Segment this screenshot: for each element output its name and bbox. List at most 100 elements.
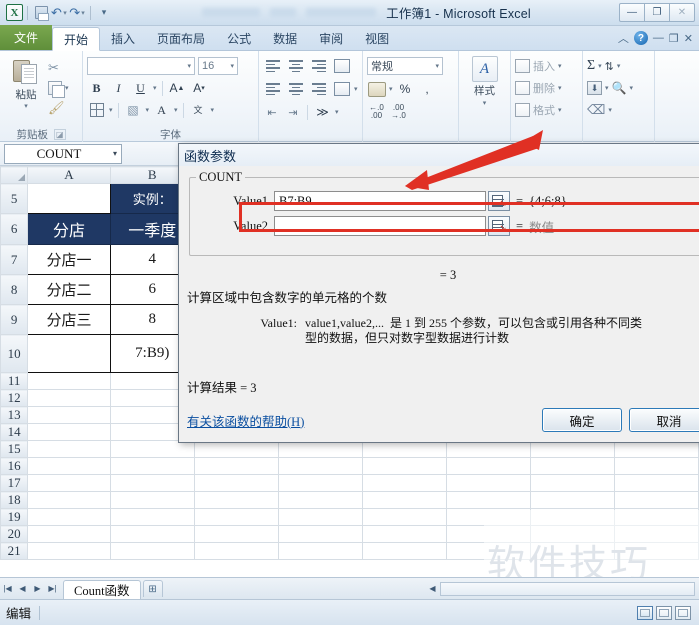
chevron-down-icon[interactable]: ▾	[605, 84, 609, 92]
save-icon[interactable]	[32, 4, 50, 22]
cell-e17[interactable]	[361, 474, 447, 492]
chevron-down-icon[interactable]: ▾	[558, 62, 562, 70]
cell-a19[interactable]	[27, 508, 111, 526]
cell-g19[interactable]	[529, 508, 615, 526]
autosum-icon[interactable]: Σ	[587, 58, 595, 74]
chevron-down-icon[interactable]: ▾	[598, 62, 602, 70]
cell-a8[interactable]: 分店二	[27, 274, 111, 305]
italic-button[interactable]: I	[109, 79, 128, 98]
cell-f21[interactable]	[445, 542, 531, 560]
cell-a5[interactable]	[27, 183, 111, 214]
row-header[interactable]: 9	[0, 304, 29, 335]
value2-input[interactable]	[274, 216, 486, 236]
cell-d18[interactable]	[277, 491, 363, 509]
fill-icon[interactable]: ⬇	[587, 81, 602, 95]
cell-h18[interactable]	[613, 491, 699, 509]
first-sheet-icon[interactable]: |◀	[0, 581, 15, 597]
cell-e19[interactable]	[361, 508, 447, 526]
cell-b20[interactable]	[109, 525, 195, 543]
chevron-down-icon[interactable]: ▾	[558, 106, 562, 114]
row-header[interactable]: 12	[0, 389, 29, 407]
row-header[interactable]: 8	[0, 274, 29, 305]
tab-data[interactable]: 数据	[262, 26, 308, 50]
cell-d15[interactable]	[277, 440, 363, 458]
number-format-combo[interactable]: 常规 ▾	[367, 57, 443, 75]
borders-button[interactable]	[87, 101, 106, 120]
shrink-font-button[interactable]: A ▾	[190, 79, 209, 98]
cell-d20[interactable]	[277, 525, 363, 543]
cell-g21[interactable]	[529, 542, 615, 560]
chevron-down-icon[interactable]: ▾	[211, 106, 215, 114]
cell-a16[interactable]	[27, 457, 111, 475]
undo-icon[interactable]: ↷ ▾	[50, 4, 68, 22]
font-name-combo[interactable]: ▾	[87, 57, 195, 75]
cell-h21[interactable]	[613, 542, 699, 560]
cell-b19[interactable]	[109, 508, 195, 526]
copy-button[interactable]: ▾	[48, 78, 69, 98]
cell-g17[interactable]	[529, 474, 615, 492]
format-cells-button[interactable]: 格式 ▾	[515, 100, 562, 120]
row-header[interactable]: 21	[0, 542, 29, 560]
font-color-button[interactable]: A	[152, 101, 171, 120]
row-header[interactable]: 19	[0, 508, 29, 526]
chevron-down-icon[interactable]: ▾	[483, 99, 487, 107]
value2-range-selector-icon[interactable]: ➘	[488, 216, 510, 236]
clear-icon[interactable]: ⌫	[587, 102, 605, 118]
chevron-down-icon[interactable]: ▾	[335, 108, 339, 116]
cell-g20[interactable]	[529, 525, 615, 543]
cell-c17[interactable]	[193, 474, 279, 492]
ok-button[interactable]: 确定	[542, 408, 622, 432]
cell-a6[interactable]: 分店	[27, 213, 111, 245]
sheet-tab-count-function[interactable]: Count函数	[63, 579, 141, 599]
cell-a18[interactable]	[27, 491, 111, 509]
dialog-launcher-icon[interactable]: ◪	[53, 129, 66, 140]
cell-f15[interactable]	[445, 440, 531, 458]
cell-f18[interactable]	[445, 491, 531, 509]
cell-b16[interactable]	[109, 457, 195, 475]
page-break-view-icon[interactable]	[675, 605, 691, 620]
phonetic-guide-button[interactable]: 文	[189, 101, 208, 120]
prev-sheet-icon[interactable]: ◀	[15, 581, 30, 597]
insert-cells-button[interactable]: 插入 ▾	[515, 56, 562, 76]
chevron-down-icon[interactable]: ▾	[113, 149, 121, 158]
row-header[interactable]: 5	[0, 183, 29, 214]
find-select-icon[interactable]: 🔍	[612, 81, 627, 95]
function-arguments-dialog[interactable]: 函数参数 COUNT Value1 B7:B9 ➘ = {4;6;8} Valu…	[178, 143, 699, 443]
chevron-down-icon[interactable]: ▾	[65, 84, 69, 92]
page-layout-view-icon[interactable]	[656, 605, 672, 620]
cell-e18[interactable]	[361, 491, 447, 509]
merge-cells-button[interactable]	[332, 80, 351, 99]
chevron-down-icon[interactable]: ▾	[608, 106, 612, 114]
cell-d17[interactable]	[277, 474, 363, 492]
function-help-link[interactable]: 有关该函数的帮助(H)	[187, 411, 304, 430]
insert-worksheet-icon[interactable]: ⊞	[142, 580, 163, 597]
value1-input[interactable]: B7:B9	[274, 191, 486, 211]
cell-b18[interactable]	[109, 491, 195, 509]
tab-view[interactable]: 视图	[354, 26, 400, 50]
redo-icon[interactable]: ↷ ▾	[68, 4, 86, 22]
chevron-down-icon[interactable]: ▾	[153, 84, 157, 92]
cell-h20[interactable]	[613, 525, 699, 543]
align-right-button[interactable]	[309, 80, 329, 99]
chevron-down-icon[interactable]: ▾	[629, 84, 633, 92]
maximize-icon[interactable]: ❐	[644, 3, 670, 22]
cell-a9[interactable]: 分店三	[27, 304, 111, 335]
bold-button[interactable]: B	[87, 79, 106, 98]
cell-b21[interactable]	[109, 542, 195, 560]
cell-a7[interactable]: 分店一	[27, 244, 111, 275]
grow-font-button[interactable]: A ▲	[168, 79, 187, 98]
cell-f19[interactable]	[445, 508, 531, 526]
cut-button[interactable]: ✂	[48, 58, 69, 78]
doc-minimize-icon[interactable]: —	[653, 32, 664, 44]
last-sheet-icon[interactable]: ▶|	[45, 581, 60, 597]
cell-f16[interactable]	[445, 457, 531, 475]
cell-a10[interactable]	[27, 334, 111, 373]
cancel-button[interactable]: 取消	[629, 408, 699, 432]
cell-f17[interactable]	[445, 474, 531, 492]
align-left-button[interactable]	[263, 80, 283, 99]
row-header[interactable]: 20	[0, 525, 29, 543]
row-header[interactable]: 14	[0, 423, 29, 441]
cell-g15[interactable]	[529, 440, 615, 458]
cell-g16[interactable]	[529, 457, 615, 475]
align-top-button[interactable]	[263, 57, 283, 76]
